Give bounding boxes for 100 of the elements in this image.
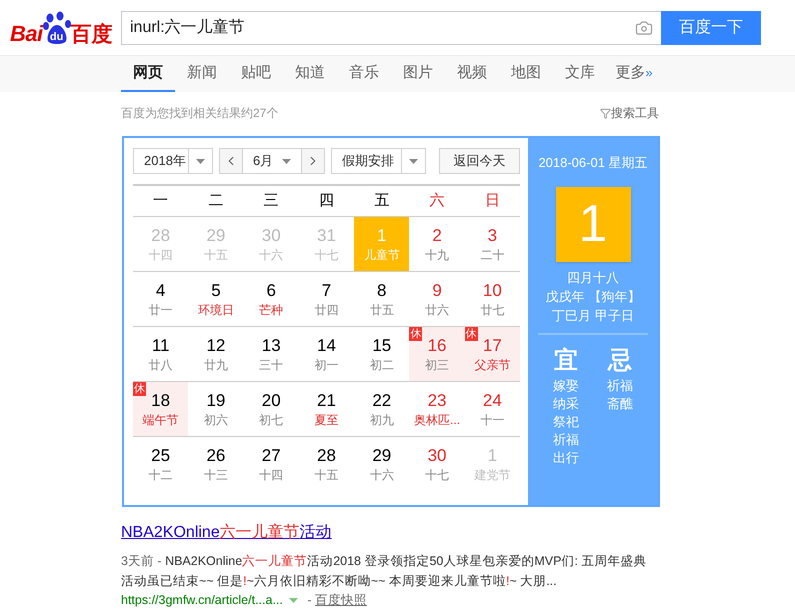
weekday-header: 一 bbox=[152, 190, 170, 211]
day-number: 11 bbox=[152, 335, 170, 357]
calendar-day[interactable]: 25 十二 bbox=[133, 437, 188, 491]
lunar-info: 丁巳月 甲子日 bbox=[552, 306, 634, 324]
next-month-icon[interactable] bbox=[302, 149, 324, 173]
almanac-item: 斋醮 bbox=[607, 394, 633, 412]
lunar-date: 廿八 bbox=[148, 357, 173, 373]
calendar-day[interactable]: 9 廿六 bbox=[409, 272, 465, 326]
calendar-day[interactable]: 24 十一 bbox=[464, 382, 520, 436]
lunar-date: 十五 bbox=[314, 467, 338, 483]
day-number: 19 bbox=[206, 390, 226, 412]
lunar-date: 十二 bbox=[148, 467, 173, 483]
search-tools-link[interactable]: 搜索工具 bbox=[600, 104, 659, 122]
calendar-day[interactable]: 2 十九 bbox=[409, 217, 465, 271]
calendar-day[interactable]: 11 廿八 bbox=[133, 327, 188, 381]
calendar-day[interactable]: 8 廿五 bbox=[354, 272, 410, 326]
lunar-date: 十七 bbox=[314, 247, 338, 263]
holiday-select[interactable]: 假期安排 bbox=[331, 148, 426, 174]
selected-date: 2018-06-01 星期五 bbox=[538, 154, 648, 172]
lunar-date: 父亲节 bbox=[474, 357, 510, 373]
day-number: 18 bbox=[151, 390, 170, 412]
calendar-day[interactable]: 6 芒种 bbox=[244, 272, 299, 326]
calendar-day[interactable]: 7 廿四 bbox=[298, 272, 354, 326]
almanac-item: 祈福 bbox=[553, 430, 579, 448]
nav-tab[interactable]: 地图 bbox=[499, 56, 553, 92]
lunar-date: 十九 bbox=[425, 247, 450, 263]
calendar-day[interactable]: 21 夏至 bbox=[298, 382, 354, 436]
almanac-item: 祈福 bbox=[607, 376, 633, 394]
lunar-date: 廿六 bbox=[425, 302, 450, 318]
previous-month-icon[interactable] bbox=[220, 149, 242, 173]
lunar-date: 建党节 bbox=[474, 467, 510, 483]
lunar-date: 初三 bbox=[425, 357, 450, 373]
calendar-day[interactable]: 26 十三 bbox=[188, 437, 244, 491]
calendar-day[interactable]: 13 三十 bbox=[244, 327, 299, 381]
day-number: 1 bbox=[488, 445, 498, 467]
search-button[interactable]: 百度一下 bbox=[661, 10, 761, 44]
calendar-day[interactable]: 休 16 初三 bbox=[409, 327, 465, 381]
day-number: 15 bbox=[372, 335, 392, 357]
dropdown-caret-icon[interactable] bbox=[288, 598, 298, 602]
lunar-info: 戊戌年 【狗年】 bbox=[546, 288, 640, 306]
today-button[interactable]: 返回今天 bbox=[439, 148, 520, 174]
year-select[interactable]: 2018年 bbox=[133, 148, 213, 174]
cache-link[interactable]: 百度快照 bbox=[314, 591, 367, 609]
lunar-date: 儿童节 bbox=[364, 247, 400, 263]
lunar-date: 芒种 bbox=[259, 302, 284, 318]
calendar-day[interactable]: 20 初七 bbox=[244, 382, 299, 436]
lunar-date: 十七 bbox=[425, 467, 450, 483]
nav-tab[interactable]: 音乐 bbox=[337, 56, 391, 92]
day-number: 17 bbox=[482, 335, 502, 357]
calendar-day[interactable]: 4 廿一 bbox=[133, 272, 188, 326]
calendar-day[interactable]: 28 十五 bbox=[298, 437, 354, 491]
day-number: 20 bbox=[262, 390, 281, 412]
day-number: 25 bbox=[151, 445, 170, 467]
calendar-day[interactable]: 29 十六 bbox=[354, 437, 410, 491]
nav-tab[interactable]: 文库 bbox=[553, 56, 607, 92]
nav-tab[interactable]: 图片 bbox=[391, 56, 445, 92]
calendar-day[interactable]: 12 廿九 bbox=[188, 327, 244, 381]
calendar-day[interactable]: 5 环境日 bbox=[188, 272, 244, 326]
calendar-day[interactable]: 10 廿七 bbox=[464, 272, 520, 326]
nav-tab[interactable]: 更多» bbox=[607, 56, 661, 92]
day-number: 22 bbox=[372, 390, 392, 412]
weekday-header: 二 bbox=[207, 190, 224, 211]
rest-badge: 休 bbox=[133, 382, 146, 396]
day-number: 1 bbox=[377, 225, 387, 247]
calendar-day[interactable]: 15 初二 bbox=[354, 327, 410, 381]
nav-tab[interactable]: 网页 bbox=[121, 56, 175, 92]
calendar-day[interactable]: 27 十四 bbox=[244, 437, 299, 491]
calendar-day[interactable]: 30 十七 bbox=[409, 437, 465, 491]
nav-tab[interactable]: 贴吧 bbox=[229, 56, 283, 92]
result-snippet: 活动虽已结束~~ 但是!~六月依旧精彩不断呦~~ 本周要迎来儿童节啦!~ 大朋... bbox=[121, 573, 558, 590]
day-number: 14 bbox=[317, 335, 336, 357]
camera-icon[interactable] bbox=[635, 18, 653, 36]
calendar-day[interactable]: 22 初九 bbox=[354, 382, 410, 436]
nav-tab[interactable]: 视频 bbox=[445, 56, 499, 92]
lunar-date: 初一 bbox=[314, 357, 338, 373]
calendar-day[interactable]: 14 初一 bbox=[298, 327, 354, 381]
day-number: 26 bbox=[206, 445, 226, 467]
result-title-link[interactable]: NBA2KOnline六一儿童节活动 bbox=[121, 524, 332, 541]
day-number: 28 bbox=[317, 445, 336, 467]
calendar-day[interactable]: 休 17 父亲节 bbox=[464, 327, 520, 381]
nav-tab[interactable]: 新闻 bbox=[175, 56, 229, 92]
lunar-date: 夏至 bbox=[314, 412, 338, 428]
search-field[interactable]: inurl:六一儿童节 bbox=[121, 10, 661, 44]
day-number: 10 bbox=[482, 280, 502, 302]
calendar-day[interactable]: 休 18 端午节 bbox=[133, 382, 188, 436]
nav-tab[interactable]: 知道 bbox=[283, 56, 337, 92]
calendar-day[interactable]: 23 奥林匹... bbox=[409, 382, 465, 436]
almanac-heading: 宜 bbox=[554, 346, 578, 376]
almanac-item: 祭祀 bbox=[553, 412, 579, 430]
calendar-day[interactable]: 19 初六 bbox=[188, 382, 244, 436]
day-number: 9 bbox=[432, 280, 442, 302]
almanac-item: 出行 bbox=[553, 448, 579, 466]
day-number: 3 bbox=[488, 225, 498, 247]
day-number: 30 bbox=[428, 445, 447, 467]
lunar-date: 十一 bbox=[480, 412, 504, 428]
calendar-day[interactable]: 3 二十 bbox=[464, 217, 520, 271]
caret-icon bbox=[196, 158, 205, 164]
lunar-info: 四月十八 bbox=[567, 268, 619, 286]
day-number: 7 bbox=[322, 280, 332, 302]
day-number: 16 bbox=[428, 335, 447, 357]
